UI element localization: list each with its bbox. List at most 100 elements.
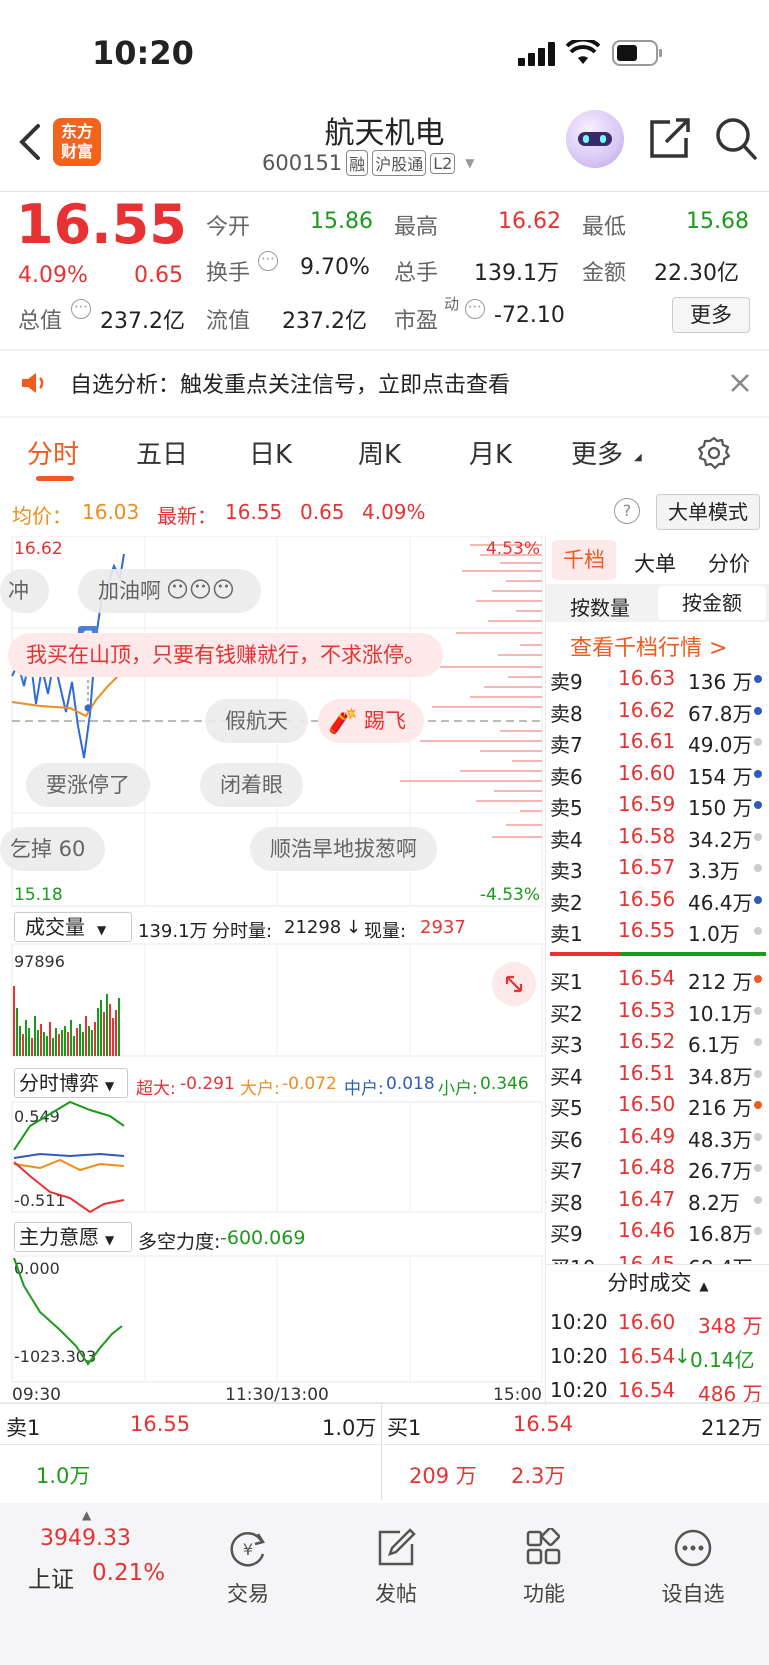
volume-bar [76, 1028, 78, 1056]
expand-icon[interactable] [492, 962, 536, 1006]
change-percent: 4.09% [18, 263, 88, 288]
game-indicator-select[interactable]: 分时博弈 ▼ [14, 1068, 128, 1098]
bid-row[interactable]: 买9 16.46 16.8万 [546, 1216, 769, 1246]
bid-row[interactable]: 买10 16.45 68.4万 [546, 1250, 769, 1264]
robot-avatar-icon[interactable] [566, 110, 624, 168]
index-value[interactable]: 3949.33 [40, 1526, 131, 1551]
tab-big-orders[interactable]: 大单 [634, 548, 676, 578]
bid-level: 买2 [550, 1001, 583, 1026]
bullet-chip[interactable]: 顺浩旱地拔葱啊 [250, 827, 437, 871]
big-order-mode-button[interactable]: 大单模式 [656, 494, 760, 530]
bullet-chip[interactable]: 加油啊 😶😶😶 [78, 569, 261, 613]
trades-header[interactable]: 分时成交 ▲ [546, 1264, 769, 1300]
ask-row[interactable]: 卖6 16.60 154 万 [546, 759, 769, 789]
ask-level: 卖6 [550, 764, 583, 789]
bullet-chip[interactable]: 🧨 踢飞 [318, 699, 424, 743]
bullet-chip[interactable]: 闭着眼 [200, 763, 303, 807]
order-dot-icon [754, 975, 762, 983]
bid-row[interactable]: 买1 16.54 212 万 [546, 964, 769, 994]
ask-row[interactable]: 卖4 16.58 34.2万 [546, 822, 769, 852]
bullet-chip[interactable]: 我买在山顶，只要有钱赚就行，不求涨停。 [8, 633, 443, 677]
bid1-sub-2: 2.3万 [511, 1464, 566, 1488]
bid-row[interactable]: 买7 16.48 26.7万 [546, 1153, 769, 1183]
order-dot-icon [754, 675, 762, 683]
ask-price: 16.56 [618, 886, 676, 911]
bullet-chip[interactable]: 假航天 [205, 699, 308, 743]
tab-monthly-k[interactable]: 月K [469, 434, 512, 471]
volume-indicator-select[interactable]: 成交量 ▼ [14, 912, 132, 942]
minute-volume-label: 分时量: [212, 921, 273, 942]
ask-volume: 67.8万 [688, 701, 753, 726]
bid-row[interactable]: 买4 16.51 34.8万 [546, 1059, 769, 1089]
ask-level: 卖2 [550, 890, 583, 915]
divider [383, 1444, 769, 1445]
tab-weekly-k[interactable]: 周K [358, 434, 401, 471]
chevron-up-icon: ▲ [699, 1279, 709, 1293]
ask-row[interactable]: 卖9 16.63 136 万 [546, 664, 769, 694]
volume-bars [13, 986, 120, 1056]
tab-more[interactable]: 更多 [571, 434, 623, 471]
bid-row[interactable]: 买3 16.52 6.1万 [546, 1027, 769, 1057]
bid-row[interactable]: 买8 16.47 8.2万 [546, 1185, 769, 1215]
sort-by-quantity[interactable]: 按数量 [570, 592, 630, 621]
market-cap-label: 总值 [18, 309, 63, 334]
bullet-chip[interactable]: 要涨停了 [26, 763, 150, 807]
features-nav[interactable]: 功能 [489, 1526, 599, 1608]
bullet-chip[interactable]: 冲 [0, 569, 49, 613]
bid-row[interactable]: 买2 16.53 10.1万 [546, 996, 769, 1026]
bid1-label: 买1 [387, 1416, 422, 1440]
info-icon[interactable]: ⋯ [71, 299, 91, 319]
tab-underline [36, 476, 74, 481]
ask-row[interactable]: 卖8 16.62 67.8万 [546, 696, 769, 726]
chevron-down-icon[interactable]: ▼ [465, 156, 474, 170]
more-button[interactable]: 更多 [672, 297, 750, 333]
share-icon[interactable] [648, 116, 692, 160]
close-icon[interactable] [730, 373, 750, 393]
low-label: 最低 [582, 215, 627, 240]
ask-row[interactable]: 卖3 16.57 3.3万 [546, 853, 769, 883]
bullet-chip[interactable]: 乞掉 60 [0, 827, 106, 871]
mid-investor-line [13, 1152, 125, 1159]
bullet-chip-text: 加油啊 [98, 579, 161, 603]
amount-label: 金额 [582, 261, 627, 286]
status-bar: 10:20 [0, 0, 769, 110]
post-nav[interactable]: 发帖 [341, 1528, 451, 1608]
view-depth-link[interactable]: 查看千档行情 > [570, 630, 727, 662]
ask-row[interactable]: 卖1 16.55 1.0万 [546, 916, 769, 946]
sort-by-amount[interactable]: 按金额 [658, 586, 766, 620]
ask-row[interactable]: 卖7 16.61 49.0万 [546, 727, 769, 757]
tab-thousand-levels[interactable]: 千档 [552, 540, 616, 580]
tab-five-day[interactable]: 五日 [136, 434, 188, 471]
info-icon[interactable]: ⋯ [258, 251, 278, 271]
tab-intraday[interactable]: 分时 [27, 434, 79, 471]
volume-bar [100, 1000, 102, 1056]
tab-price-distribution[interactable]: 分价 [708, 548, 750, 578]
ask-volume: 136 万 [688, 670, 753, 694]
bid-row[interactable]: 买6 16.49 48.3万 [546, 1122, 769, 1152]
chevron-up-icon[interactable]: ▲ [82, 1508, 91, 1522]
volume-bar [79, 1024, 81, 1056]
big-value: -0.072 [282, 1074, 337, 1094]
search-icon[interactable] [714, 116, 758, 162]
tab-daily-k[interactable]: 日K [249, 434, 292, 471]
volume-bar [85, 1016, 87, 1056]
volume-bar [115, 1010, 117, 1056]
ask-row[interactable]: 卖5 16.59 150 万 [546, 790, 769, 820]
bid-row[interactable]: 买5 16.50 216 万 [546, 1090, 769, 1120]
ask-volume: 3.3万 [688, 859, 740, 883]
info-icon[interactable]: ⋯ [465, 299, 485, 319]
down-arrow-icon: ↓ [674, 1344, 691, 1368]
trade-nav[interactable]: ¥ 交易 [193, 1528, 303, 1608]
help-icon[interactable]: ? [614, 498, 640, 524]
alert-bar[interactable]: 自选分析：触发重点关注信号，立即点击查看 [0, 351, 769, 415]
gear-icon[interactable] [697, 436, 731, 470]
index-percent[interactable]: 0.21% [92, 1560, 165, 1586]
will-indicator-select[interactable]: 主力意愿 ▼ [14, 1222, 132, 1252]
index-name[interactable]: 上证 [28, 1560, 74, 1594]
order-dot-icon [754, 1227, 762, 1235]
volume-label: 总手 [394, 261, 439, 286]
header-divider [0, 191, 769, 192]
minute-volume: 21298 [284, 917, 342, 938]
watchlist-nav[interactable]: 设自选 [638, 1528, 748, 1608]
ask-row[interactable]: 卖2 16.56 46.4万 [546, 885, 769, 915]
